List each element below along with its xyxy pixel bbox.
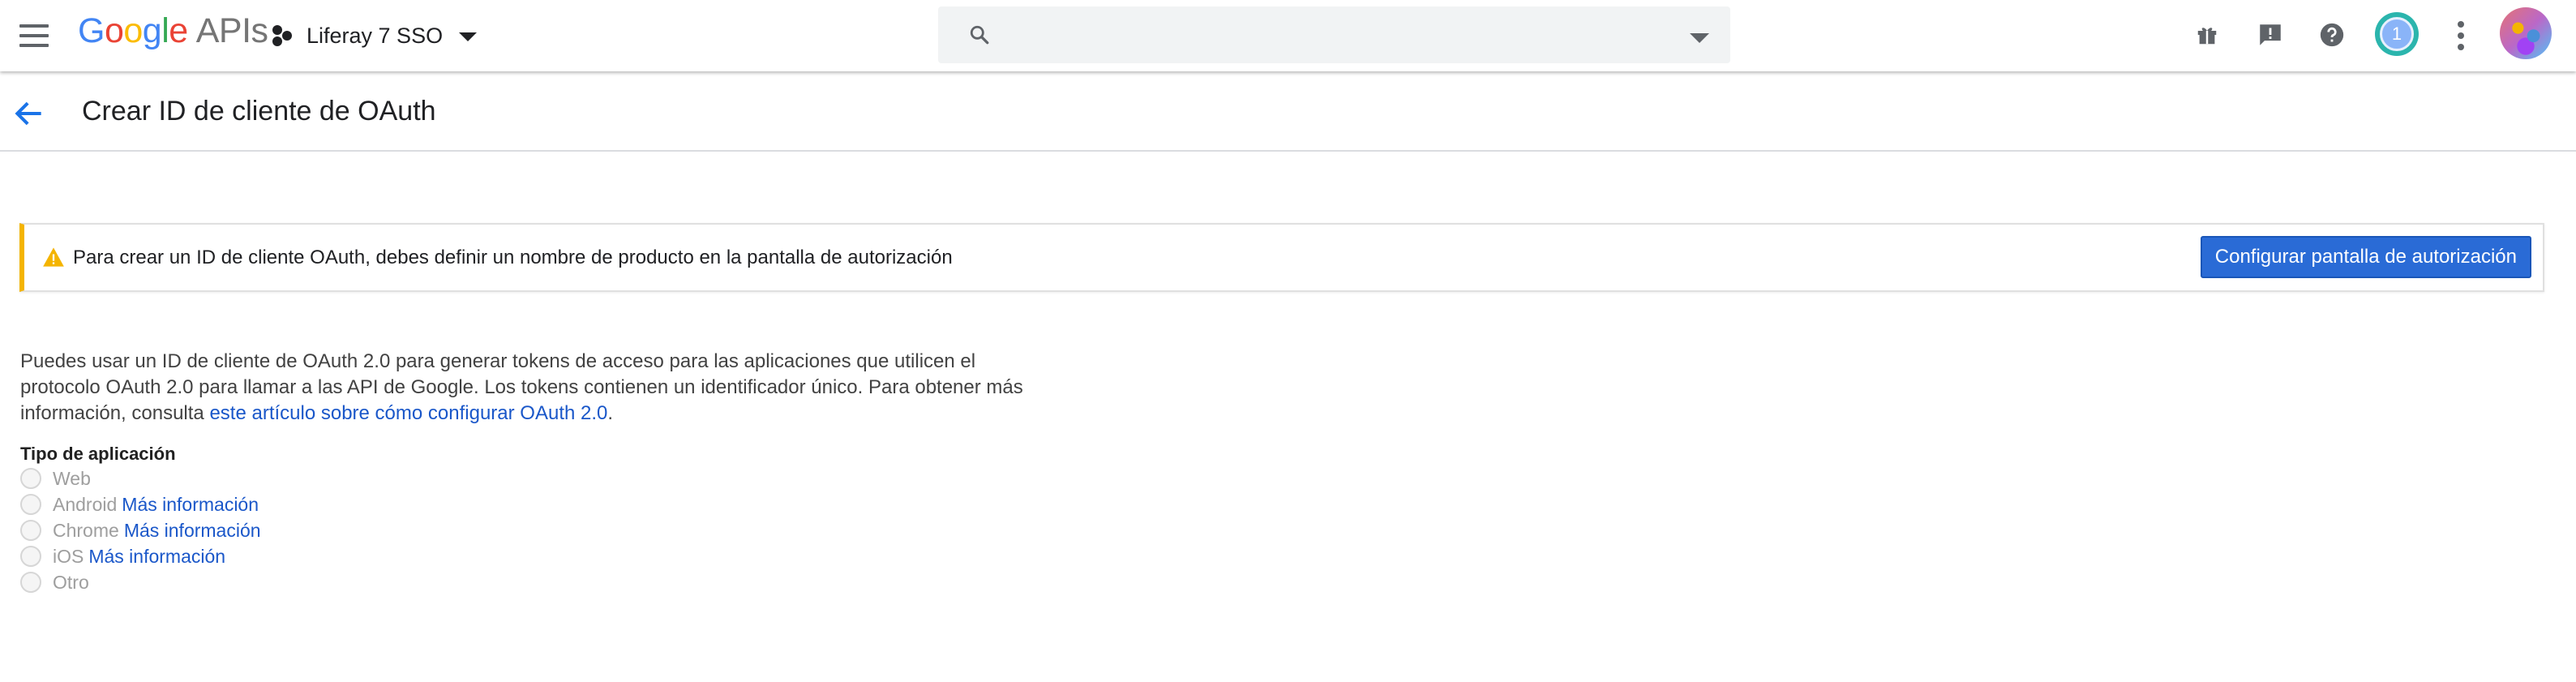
notification-count: 1 bbox=[2380, 17, 2414, 51]
search-options-chevron-icon[interactable] bbox=[1690, 33, 1709, 43]
help-icon[interactable] bbox=[2315, 18, 2349, 52]
radio-label: Chrome bbox=[53, 519, 119, 541]
radio-label: Android bbox=[53, 493, 118, 515]
page-header: Crear ID de cliente de OAuth bbox=[0, 71, 2576, 152]
radio-label: Otro bbox=[53, 571, 89, 593]
logo-letter: e bbox=[169, 11, 188, 50]
radio-option-other: Otro bbox=[20, 569, 261, 595]
gift-icon[interactable] bbox=[2190, 18, 2224, 52]
ios-more-info-link[interactable]: Más información bbox=[88, 546, 225, 568]
radio-android[interactable] bbox=[20, 494, 41, 515]
notifications-badge[interactable]: 1 bbox=[2375, 12, 2419, 56]
project-name: Liferay 7 SSO bbox=[306, 23, 444, 48]
radio-label: iOS bbox=[53, 545, 84, 567]
avatar[interactable] bbox=[2500, 7, 2552, 59]
android-more-info-link[interactable]: Más información bbox=[122, 494, 259, 516]
chevron-down-icon bbox=[459, 32, 478, 41]
chrome-more-info-link[interactable]: Más información bbox=[124, 520, 261, 542]
logo-letter: o bbox=[104, 11, 124, 50]
logo-letter: G bbox=[78, 11, 105, 50]
project-icon bbox=[271, 24, 295, 48]
logo-letter: g bbox=[142, 11, 162, 50]
radio-label: Web bbox=[53, 467, 91, 489]
application-type-radio-group: Web Android Más información Chrome Más i… bbox=[20, 465, 261, 595]
description-text: Puedes usar un ID de cliente de OAuth 2.… bbox=[20, 349, 1042, 427]
more-vert-icon[interactable] bbox=[2449, 18, 2473, 54]
project-selector[interactable]: Liferay 7 SSO bbox=[271, 16, 478, 55]
feedback-icon[interactable] bbox=[2253, 18, 2287, 52]
back-arrow-icon[interactable] bbox=[11, 96, 47, 131]
search-icon bbox=[970, 25, 989, 45]
radio-option-ios: iOS Más información bbox=[20, 543, 261, 569]
radio-chrome[interactable] bbox=[20, 520, 41, 541]
radio-ios[interactable] bbox=[20, 546, 41, 567]
google-apis-logo[interactable]: Google APIs bbox=[78, 11, 268, 57]
oauth-article-link[interactable]: este artículo sobre cómo configurar OAut… bbox=[209, 402, 607, 424]
warning-message: Para crear un ID de cliente OAuth, debes… bbox=[73, 247, 953, 268]
warning-banner: Para crear un ID de cliente OAuth, debes… bbox=[19, 223, 2544, 292]
radio-web[interactable] bbox=[20, 468, 41, 489]
description-suffix: . bbox=[607, 402, 614, 424]
top-app-bar: Google APIs Liferay 7 SSO 1 bbox=[0, 0, 2576, 71]
application-type-label: Tipo de aplicación bbox=[20, 444, 176, 464]
logo-apis-text: APIs bbox=[195, 11, 268, 50]
page-title: Crear ID de cliente de OAuth bbox=[82, 96, 436, 127]
configure-consent-screen-button[interactable]: Configurar pantalla de autorización bbox=[2200, 236, 2531, 278]
radio-other[interactable] bbox=[20, 572, 41, 593]
radio-option-android: Android Más información bbox=[20, 491, 261, 517]
warning-icon bbox=[43, 247, 64, 267]
logo-letter: l bbox=[161, 11, 169, 50]
search-bar[interactable] bbox=[938, 6, 1730, 63]
hamburger-menu-icon[interactable] bbox=[16, 19, 52, 52]
radio-option-chrome: Chrome Más información bbox=[20, 517, 261, 543]
logo-letter: o bbox=[123, 11, 143, 50]
radio-option-web: Web bbox=[20, 465, 261, 491]
search-input[interactable] bbox=[1006, 15, 1655, 55]
